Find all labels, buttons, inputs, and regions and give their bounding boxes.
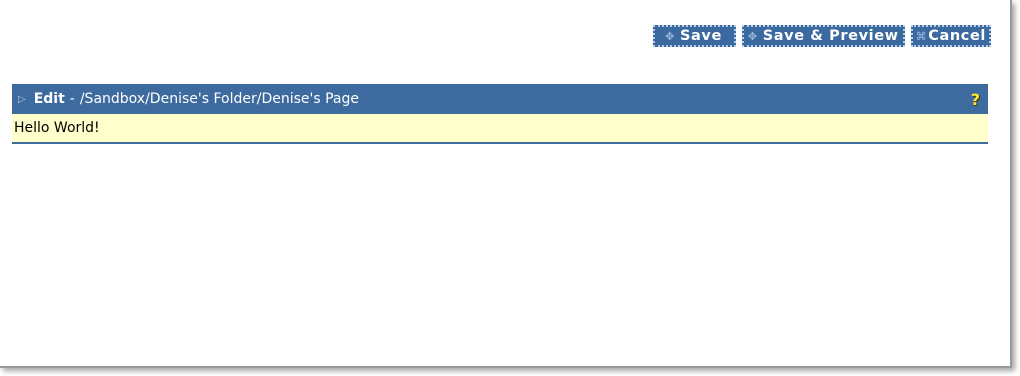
content-text[interactable]: Hello World! [14, 120, 100, 136]
title-separator: - [69, 91, 75, 107]
panel-titlebar: ▷ Edit - /Sandbox/Denise's Folder/Denise… [12, 84, 988, 114]
save-preview-icon: ✥ [747, 29, 758, 43]
toolbar: ✥ Save ✥ Save & Preview ⌘ Cancel [653, 25, 991, 47]
cancel-icon: ⌘ [915, 29, 928, 43]
cancel-button[interactable]: ⌘ Cancel [910, 25, 991, 47]
cancel-button-label: Cancel [928, 28, 986, 44]
save-icon: ✥ [665, 29, 675, 43]
edit-panel: ▷ Edit - /Sandbox/Denise's Folder/Denise… [12, 84, 988, 144]
save-button[interactable]: ✥ Save [653, 25, 736, 47]
editor-content[interactable]: Hello World! [12, 114, 988, 144]
save-button-label: Save [679, 28, 722, 44]
panel-title: Edit [33, 91, 65, 107]
save-preview-button-label: Save & Preview [762, 28, 899, 44]
page-path: /Sandbox/Denise's Folder/Denise's Page [79, 91, 359, 107]
help-icon[interactable]: ? [971, 90, 980, 109]
arrow-right-icon: ▷ [18, 93, 26, 105]
editor-window: ✥ Save ✥ Save & Preview ⌘ Cancel ▷ Edit … [0, 0, 1012, 368]
save-preview-button[interactable]: ✥ Save & Preview [741, 25, 905, 47]
